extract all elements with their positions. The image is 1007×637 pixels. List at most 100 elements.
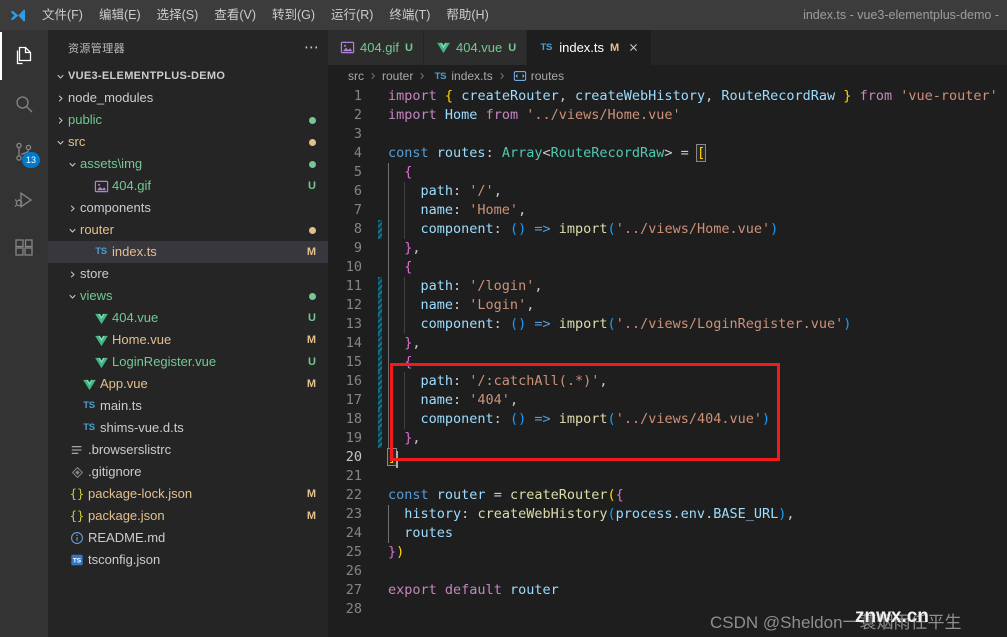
code-token: , (558, 88, 567, 104)
indent-guide (404, 277, 406, 296)
code-token: createRouter (509, 487, 608, 503)
search-icon (12, 92, 36, 116)
tree-file-row[interactable]: Home.vue M (48, 329, 328, 351)
breadcrumb-item[interactable]: src (348, 69, 364, 83)
tree-item-label: views (80, 288, 113, 303)
menu-view[interactable]: 查看(V) (206, 0, 264, 30)
tree-file-row[interactable]: TS main.ts (48, 395, 328, 417)
tree-file-row[interactable]: LoginRegister.vue U (48, 351, 328, 373)
tree-file-row[interactable]: 404.vue U (48, 307, 328, 329)
tree-file-row[interactable]: {} package.json M (48, 505, 328, 527)
editor-tab[interactable]: 404.vue U (424, 30, 528, 65)
menu-help[interactable]: 帮助(H) (438, 0, 496, 30)
tree-folder-row[interactable]: router (48, 219, 328, 241)
tree-folder-row[interactable]: public (48, 109, 328, 131)
code-token: createWebHistory (575, 88, 706, 104)
code-token: : (453, 183, 470, 199)
menu-run[interactable]: 运行(R) (323, 0, 381, 30)
activity-search[interactable] (0, 80, 48, 128)
activity-run-debug[interactable] (0, 176, 48, 224)
menu-terminal[interactable]: 终端(T) (381, 0, 438, 30)
vue-file-icon (92, 311, 110, 326)
code-line: 16 path: '/:catchAll(.*)', (328, 372, 1007, 391)
menu-edit[interactable]: 编辑(E) (91, 0, 149, 30)
tree-folder-row[interactable]: node_modules (48, 87, 328, 109)
code-line-text: import { createRouter, createWebHistory,… (374, 87, 998, 106)
line-number: 6 (353, 183, 362, 199)
code-token: name (420, 392, 454, 408)
ellipsis-icon[interactable]: ⋯ (304, 40, 320, 55)
line-number: 8 (353, 221, 362, 237)
breadcrumb-item[interactable]: TS index.ts (431, 69, 493, 83)
line-number: 11 (345, 278, 362, 294)
code-token: import (558, 221, 608, 237)
code-line: 18 component: () => import('../views/404… (328, 410, 1007, 429)
vscode-logo-icon (0, 0, 34, 30)
svg-text:TS: TS (73, 558, 82, 565)
chevron-down-icon (64, 291, 80, 302)
tree-file-row[interactable]: {} package-lock.json M (48, 483, 328, 505)
line-number: 22 (345, 487, 362, 503)
code-token: ( (607, 506, 616, 522)
menu-selection[interactable]: 选择(S) (149, 0, 207, 30)
menu-file[interactable]: 文件(F) (34, 0, 91, 30)
code-editor[interactable]: 1 import { createRouter, createWebHistory… (328, 87, 1007, 637)
tsconfig-file-icon: TS (68, 553, 86, 567)
indent-guide (388, 391, 389, 410)
tree-folder-row[interactable]: src (48, 131, 328, 153)
git-status-badge: M (306, 510, 316, 522)
tree-folder-row[interactable]: assets\img (48, 153, 328, 175)
code-token: { (444, 88, 454, 104)
activity-extensions[interactable] (0, 224, 48, 272)
breadcrumb-item[interactable]: router (382, 69, 413, 83)
chevron-down-icon (64, 225, 80, 236)
folder-change-dot (309, 226, 316, 234)
explorer-files-icon (12, 44, 36, 68)
tree-file-row[interactable]: 404.gif U (48, 175, 328, 197)
code-token: BASE_URL (713, 506, 779, 522)
tree-file-row[interactable]: README.md (48, 527, 328, 549)
editor-tab[interactable]: TS index.ts M (527, 30, 653, 65)
tree-file-row[interactable]: TS shims-vue.d.ts (48, 417, 328, 439)
tree-folder-row[interactable]: components (48, 197, 328, 219)
menu-go[interactable]: 转到(G) (264, 0, 323, 30)
code-token: : (453, 392, 470, 408)
code-token: from (485, 107, 519, 123)
code-line: 23 history: createWebHistory(process.env… (328, 505, 1007, 524)
tree-file-row[interactable]: TS tsconfig.json (48, 549, 328, 571)
breadcrumb-item[interactable]: routes (511, 69, 564, 83)
line-number: 24 (345, 525, 362, 541)
tree-file-row[interactable]: TS index.ts M (48, 241, 328, 263)
code-token: default (444, 582, 502, 598)
code-token: . (705, 506, 714, 522)
close-x-icon[interactable] (625, 40, 641, 56)
code-line-text: const routes: Array<RouteRecordRaw> = [ (374, 144, 707, 163)
code-line-text: component: () => import('../views/Home.v… (374, 220, 778, 239)
workspace-root-row[interactable]: VUE3-ELEMENTPLUS-DEMO (48, 65, 328, 87)
tree-item-label: public (68, 112, 102, 127)
tree-item-label: src (68, 134, 86, 149)
indent-guide (388, 182, 389, 201)
indent-guide (404, 391, 406, 410)
tree-folder-row[interactable]: views (48, 285, 328, 307)
activity-explorer[interactable] (0, 32, 48, 80)
tree-file-row[interactable]: .gitignore (48, 461, 328, 483)
code-token: router (436, 487, 486, 503)
code-token: , (786, 506, 795, 522)
code-token: { (615, 487, 624, 503)
tree-file-row[interactable]: App.vue M (48, 373, 328, 395)
code-token: const (388, 487, 429, 503)
tree-file-row[interactable]: .browserslistrc (48, 439, 328, 461)
activity-source-control[interactable]: 13 (0, 128, 48, 176)
code-token: import (388, 88, 437, 104)
menu-bar: 文件(F) 编辑(E) 选择(S) 查看(V) 转到(G) 运行(R) 终端(T… (34, 0, 497, 30)
editor-tab[interactable]: 404.gif U (328, 30, 424, 65)
vue-file-icon (92, 333, 110, 348)
code-token: , (534, 278, 543, 294)
line-number: 15 (345, 354, 362, 370)
tree-folder-row[interactable]: store (48, 263, 328, 285)
